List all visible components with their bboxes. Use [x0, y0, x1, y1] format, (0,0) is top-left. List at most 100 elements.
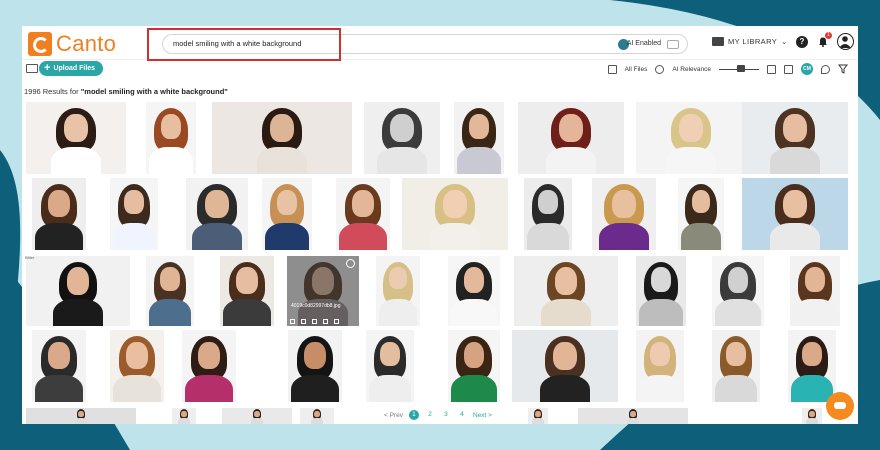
- photo-face: [236, 267, 258, 295]
- copy-icon[interactable]: [301, 319, 306, 324]
- image-thumbnail[interactable]: [26, 102, 126, 174]
- photo-body: [368, 374, 412, 402]
- page-3-button[interactable]: 3: [441, 410, 451, 420]
- image-thumbnail[interactable]: [454, 102, 504, 174]
- image-thumbnail[interactable]: [262, 178, 312, 250]
- image-thumbnail[interactable]: [518, 102, 624, 174]
- next-page-button[interactable]: Next >: [473, 412, 492, 419]
- photo-face: [64, 113, 88, 143]
- image-thumbnail[interactable]: [300, 408, 334, 424]
- image-thumbnail[interactable]: [592, 178, 656, 250]
- image-thumbnail[interactable]: [636, 256, 686, 326]
- image-thumbnail[interactable]: [366, 330, 414, 402]
- image-thumbnail[interactable]: [788, 330, 836, 402]
- image-thumbnail[interactable]: [448, 256, 500, 326]
- image-thumbnail[interactable]: [212, 102, 352, 174]
- trash-icon[interactable]: [334, 319, 339, 324]
- photo-face: [612, 189, 636, 219]
- image-thumbnail[interactable]: [742, 178, 848, 250]
- photo-face: [124, 189, 144, 214]
- image-thumbnail[interactable]: [802, 408, 822, 424]
- image-thumbnail[interactable]: [186, 178, 248, 250]
- photo-body: [53, 299, 103, 326]
- image-thumbnail[interactable]: [528, 408, 548, 424]
- image-thumbnail[interactable]: [288, 330, 342, 402]
- hovered-image-overlay[interactable]: 4019c0d82997db8.jpg: [287, 256, 359, 326]
- image-thumbnail[interactable]: [512, 330, 618, 402]
- photo-face: [651, 267, 671, 293]
- chat-support-button[interactable]: [826, 392, 854, 420]
- photo-body: [457, 146, 501, 174]
- photo-body: [539, 374, 591, 402]
- image-thumbnail[interactable]: [448, 330, 500, 402]
- page-4-button[interactable]: 4: [457, 410, 467, 420]
- image-thumbnail[interactable]: [336, 178, 390, 250]
- image-thumbnail[interactable]: [524, 178, 572, 250]
- download-icon[interactable]: [323, 319, 328, 324]
- photo-body: [50, 146, 102, 174]
- photo-body: [75, 417, 87, 424]
- image-thumbnail[interactable]: [790, 256, 840, 326]
- page-1-button[interactable]: 1: [408, 410, 419, 420]
- photo-body: [714, 374, 758, 402]
- photo-body: [251, 417, 263, 424]
- image-thumbnail[interactable]: [712, 256, 764, 326]
- photo-face: [314, 410, 320, 417]
- image-thumbnail[interactable]: [220, 256, 274, 326]
- image-thumbnail[interactable]: [26, 408, 136, 424]
- photo-face: [205, 189, 229, 219]
- photo-face: [389, 267, 407, 290]
- photo-body: [627, 417, 639, 424]
- page-2-button[interactable]: 2: [425, 410, 435, 420]
- photo-face: [559, 113, 583, 143]
- image-thumbnail[interactable]: [32, 330, 86, 402]
- image-thumbnail[interactable]: [678, 178, 724, 250]
- image-thumbnail[interactable]: [712, 330, 760, 402]
- image-thumbnail[interactable]: [32, 178, 86, 250]
- pagination: < Prev 1 2 3 4 Next >: [380, 408, 496, 422]
- image-thumbnail[interactable]: [172, 408, 196, 424]
- photo-body: [185, 374, 233, 402]
- app-window: Canto model smiling with a white backgro…: [22, 26, 858, 424]
- photo-face: [181, 410, 187, 417]
- image-thumbnail[interactable]: [636, 102, 746, 174]
- photo-body: [429, 222, 481, 250]
- photo-face: [535, 410, 541, 417]
- photo-face: [463, 341, 485, 368]
- photo-face: [538, 189, 558, 214]
- image-thumbnail[interactable]: [146, 102, 196, 174]
- image-thumbnail[interactable]: [146, 256, 194, 326]
- hover-toolbar: [290, 319, 339, 324]
- prev-page-button[interactable]: < Prev: [384, 412, 403, 419]
- image-thumbnail[interactable]: [110, 330, 164, 402]
- image-thumbnail[interactable]: [364, 102, 440, 174]
- photo-body: [638, 374, 682, 402]
- comment-icon[interactable]: [290, 319, 295, 324]
- photo-face: [48, 341, 70, 369]
- image-thumbnail[interactable]: [514, 256, 618, 326]
- image-thumbnail[interactable]: [26, 256, 130, 326]
- photo-face: [802, 341, 822, 366]
- photo-face: [554, 267, 578, 296]
- photo-body: [376, 146, 428, 174]
- photo-body: [256, 146, 308, 174]
- image-thumbnail[interactable]: [636, 330, 684, 402]
- photo-body: [35, 374, 83, 402]
- photo-body: [149, 146, 193, 174]
- photo-body: [378, 299, 418, 326]
- photo-body: [526, 222, 570, 250]
- image-thumbnail[interactable]: [376, 256, 420, 326]
- photo-face: [443, 189, 467, 219]
- select-checkbox[interactable]: [346, 259, 355, 268]
- photo-body: [451, 299, 497, 326]
- photo-body: [793, 299, 837, 326]
- image-thumbnail[interactable]: [182, 330, 236, 402]
- photo-body: [191, 222, 243, 250]
- image-thumbnail[interactable]: [742, 102, 848, 174]
- image-thumbnail[interactable]: [110, 178, 158, 250]
- image-thumbnail[interactable]: [222, 408, 292, 424]
- image-thumbnail[interactable]: [578, 408, 688, 424]
- photo-body: [339, 222, 387, 250]
- image-thumbnail[interactable]: [402, 178, 508, 250]
- share-icon[interactable]: [312, 319, 317, 324]
